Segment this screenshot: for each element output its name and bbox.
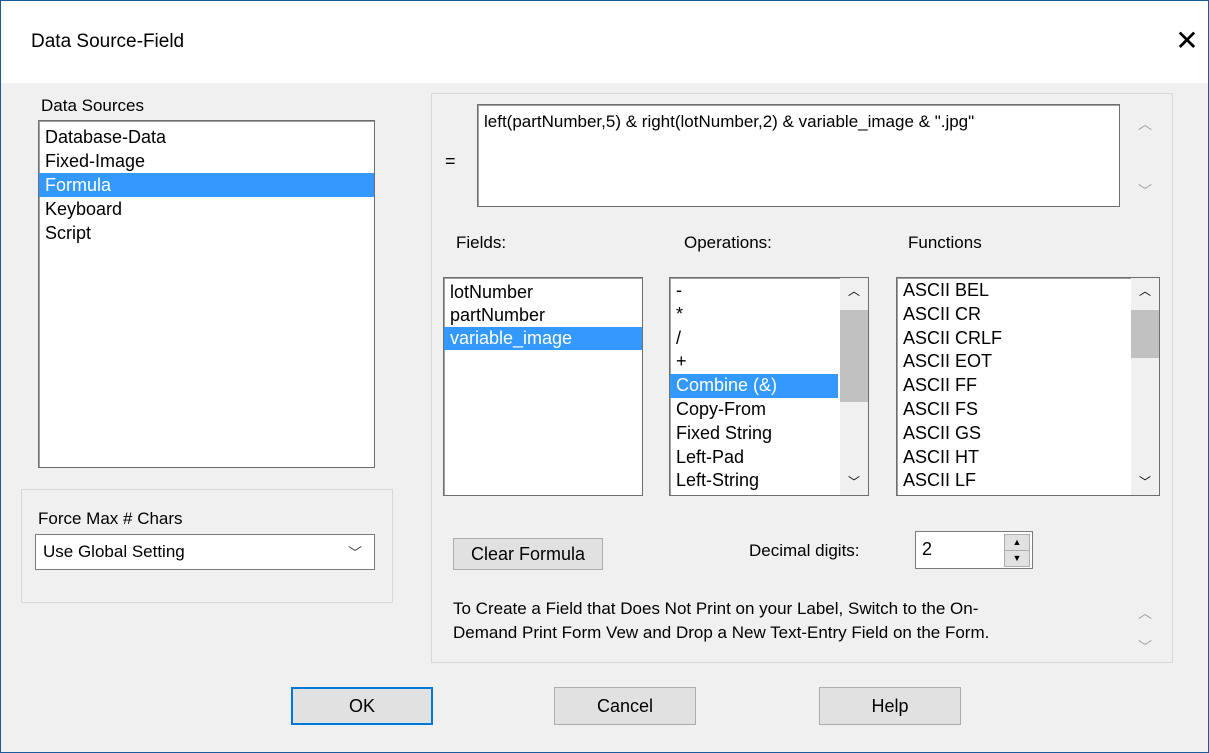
list-item[interactable]: Fixed String [670,422,838,446]
decimal-digits-label: Decimal digits: [749,541,860,560]
list-item[interactable]: ASCII CRLF [897,327,1129,351]
list-item[interactable]: ASCII FF [897,374,1129,398]
list-item[interactable]: Copy-From [670,398,838,422]
force-max-select[interactable]: Use Global Setting ﹀ [35,534,375,570]
list-item-selected[interactable]: Formula [39,173,374,197]
list-item[interactable]: * [670,303,838,327]
scroll-thumb[interactable] [1131,310,1159,358]
operations-scrollbar[interactable]: ︿ ﹀ [840,278,868,495]
list-item[interactable]: Left-Pad [670,446,838,470]
decimal-digits-value: 2 [922,539,933,559]
scroll-thumb[interactable] [840,310,868,402]
list-item[interactable]: ASCII GS [897,422,1129,446]
list-item[interactable]: partNumber [444,304,642,327]
functions-list[interactable]: ASCII BEL ASCII CR ASCII CRLF ASCII EOT … [896,277,1160,496]
formula-text: left(partNumber,5) & right(lotNumber,2) … [484,112,975,131]
scroll-up-icon[interactable]: ︿ [1138,114,1152,134]
list-item-selected[interactable]: Combine (&) [670,374,838,398]
chevron-down-icon[interactable]: ﹀ [840,473,868,491]
scroll-down-icon[interactable]: ﹀ [1138,181,1152,201]
functions-scrollbar[interactable]: ︿ ﹀ [1131,278,1159,495]
chevron-up-icon[interactable]: ︿ [1131,282,1159,300]
list-item[interactable]: Fixed-Image [39,149,374,173]
spin-up-icon[interactable]: ▲ [1004,534,1030,551]
chevron-up-icon[interactable]: ︿ [840,282,868,300]
spin-down-icon[interactable]: ▼ [1004,550,1030,567]
fields-label: Fields: [456,233,507,252]
dialog-title: Data Source-Field [31,31,185,52]
list-item[interactable]: ASCII BEL [897,279,1129,303]
hint-line-2: Demand Print Form Vew and Drop a New Tex… [453,623,990,642]
help-button[interactable]: Help [819,687,961,725]
close-icon[interactable]: ✕ [1169,23,1205,59]
list-item[interactable]: Left-String [670,469,838,493]
list-item[interactable]: lotNumber [444,281,642,304]
list-item[interactable]: + [670,350,838,374]
chevron-down-icon[interactable]: ﹀ [1131,473,1159,491]
ok-button[interactable]: OK [291,687,433,725]
list-item[interactable]: ASCII FS [897,398,1129,422]
chevron-down-icon: ﹀ [348,545,362,561]
title-bar: Data Source-Field ✕ [1,1,1208,83]
data-sources-label: Data Sources [41,96,144,115]
list-item[interactable]: Database-Data [39,125,374,149]
list-item[interactable]: Keyboard [39,197,374,221]
cancel-button[interactable]: Cancel [554,687,696,725]
list-item[interactable]: ASCII HT [897,446,1129,470]
scroll-up-icon[interactable]: ︿ [1138,603,1152,623]
formula-input[interactable]: left(partNumber,5) & right(lotNumber,2) … [477,104,1120,207]
list-item[interactable]: Script [39,221,374,245]
list-item[interactable]: / [670,327,838,351]
hint-line-1: To Create a Field that Does Not Print on… [453,599,979,618]
list-item[interactable]: ASCII EOT [897,350,1129,374]
list-item[interactable]: ASCII LF [897,469,1129,493]
data-sources-list[interactable]: Database-Data Fixed-Image Formula Keyboa… [38,120,375,468]
list-item-selected[interactable]: variable_image [444,327,642,350]
fields-list[interactable]: lotNumber partNumber variable_image [443,277,643,496]
operations-label: Operations: [684,233,772,252]
operations-list[interactable]: - * / + Combine (&) Copy-From Fixed Stri… [669,277,869,496]
equals-sign: = [445,151,456,171]
list-item[interactable]: ASCII CR [897,303,1129,327]
force-max-label: Force Max # Chars [38,509,183,528]
force-max-value: Use Global Setting [43,542,185,561]
functions-label: Functions [908,233,982,252]
decimal-digits-stepper[interactable]: 2 ▲ ▼ [915,531,1033,569]
clear-formula-button[interactable]: Clear Formula [453,538,603,570]
scroll-down-icon[interactable]: ﹀ [1138,637,1152,657]
data-source-field-dialog: Data Source-Field ✕ Data Sources Databas… [0,0,1209,753]
list-item[interactable]: - [670,279,838,303]
